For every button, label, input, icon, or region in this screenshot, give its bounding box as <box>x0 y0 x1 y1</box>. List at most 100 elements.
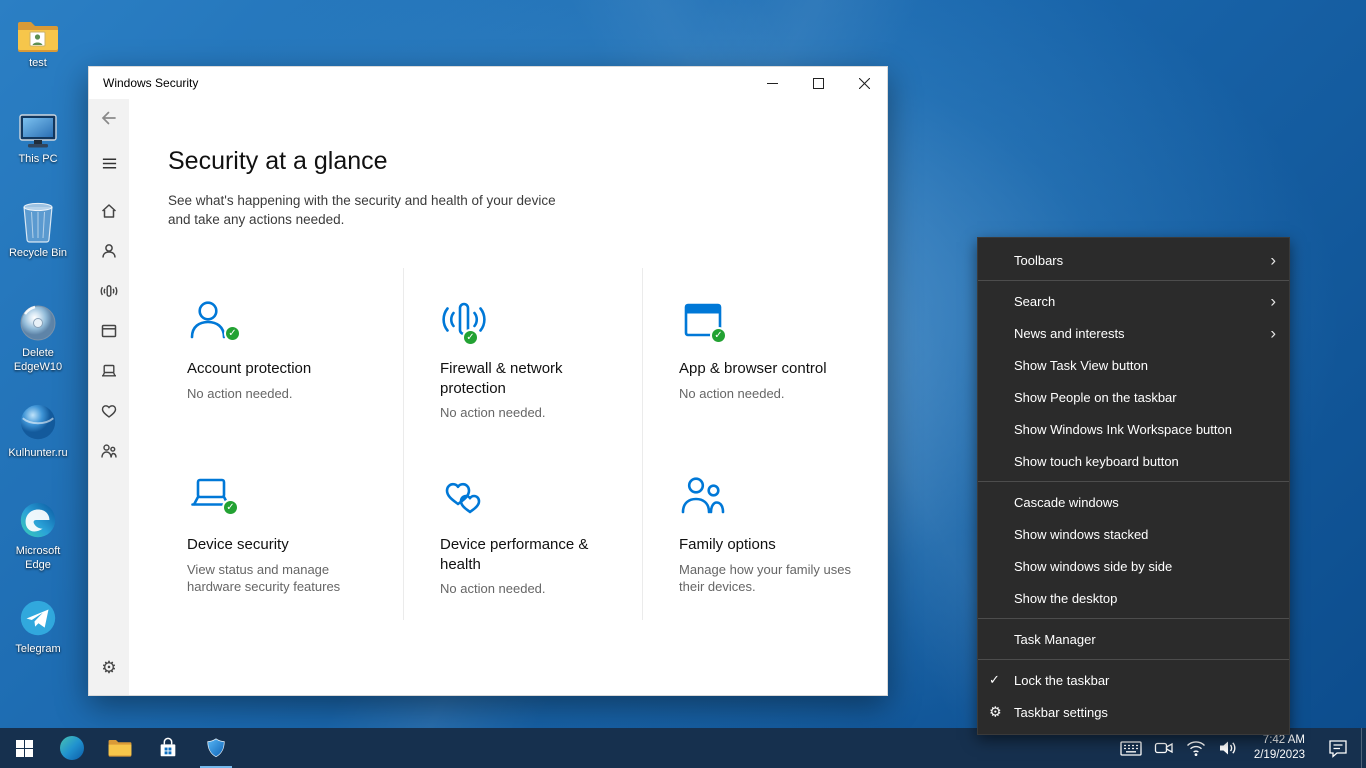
sidebar-item-app-browser-control[interactable] <box>89 311 129 351</box>
desktop-icon-label: Delete EdgeW10 <box>13 347 63 373</box>
tile-title: Device security <box>187 536 289 553</box>
back-arrow-icon <box>101 111 116 125</box>
tile-title: Account protection <box>187 360 312 377</box>
menu-item-show-windows-ink[interactable]: Show Windows Ink Workspace button <box>978 413 1289 445</box>
security-tiles-grid: ✓ Account protection No action needed. ✓… <box>151 268 883 620</box>
submenu-chevron-icon <box>1270 252 1276 269</box>
sidebar-item-device-security[interactable] <box>89 351 129 391</box>
menu-item-label: Show windows stacked <box>1014 526 1149 542</box>
sidebar-item-firewall-network[interactable] <box>89 271 129 311</box>
sidebar-item-family-options[interactable] <box>89 431 129 471</box>
taskbar-store-button[interactable] <box>144 728 192 768</box>
close-button[interactable] <box>841 67 887 99</box>
device-performance-icon <box>440 472 496 522</box>
desktop-icon-label: Telegram <box>15 643 61 655</box>
laptop-icon <box>102 364 116 377</box>
desktop-icon-delete-edgew10[interactable]: Delete EdgeW10 <box>6 300 70 375</box>
family-options-icon <box>679 472 735 522</box>
taskbar-edge-button[interactable] <box>48 728 96 768</box>
menu-item-label: Show windows side by side <box>1014 558 1173 574</box>
firewall-network-icon: ✓ <box>440 296 496 346</box>
menu-item-show-windows-side-by-side[interactable]: Show windows side by side <box>978 550 1289 582</box>
window-titlebar[interactable]: Windows Security <box>89 67 887 99</box>
desktop-icon-label: test <box>29 57 47 69</box>
checkmark-icon <box>989 672 1000 688</box>
desktop-icon-microsoft-edge[interactable]: Microsoft Edge <box>6 498 70 573</box>
menu-item-cascade-windows[interactable]: Cascade windows <box>978 486 1289 518</box>
camera-icon <box>1154 742 1173 754</box>
menu-item-news-and-interests[interactable]: News and interests <box>978 317 1289 349</box>
menu-item-label: Search <box>1014 293 1056 309</box>
taskbar-file-explorer-button[interactable] <box>96 728 144 768</box>
menu-item-label: Task Manager <box>1014 631 1096 647</box>
menu-item-label: News and interests <box>1014 325 1125 341</box>
menu-item-label: Lock the taskbar <box>1014 672 1110 688</box>
menu-item-taskbar-settings[interactable]: Taskbar settings <box>978 696 1289 728</box>
menu-item-lock-the-taskbar[interactable]: Lock the taskbar <box>978 664 1289 696</box>
taskbar-context-menu: Toolbars Search News and interests Show … <box>977 237 1290 735</box>
tile-app-browser-control[interactable]: ✓ App & browser control No action needed… <box>643 268 883 444</box>
app-browser-icon: ✓ <box>679 296 735 346</box>
sidebar-item-account-protection[interactable] <box>89 231 129 271</box>
globe-shortcut-icon <box>6 400 70 444</box>
status-check-icon: ✓ <box>710 327 727 344</box>
edge-icon <box>60 736 84 760</box>
desktop-icon-recycle-bin[interactable]: Recycle Bin <box>6 200 70 261</box>
desktop-icon-kulhunter[interactable]: Kulhunter.ru <box>6 400 70 461</box>
start-button[interactable] <box>0 728 48 768</box>
back-button[interactable] <box>89 99 129 137</box>
clock-time: 7:42 AM <box>1262 734 1305 747</box>
tile-status: No action needed. <box>440 405 546 420</box>
sidebar-item-device-performance[interactable] <box>89 391 129 431</box>
menu-separator <box>978 481 1289 482</box>
desktop-icon-this-pc[interactable]: This PC <box>6 106 70 167</box>
tile-device-performance-health[interactable]: Device performance & health No action ne… <box>404 444 643 620</box>
menu-item-show-people[interactable]: Show People on the taskbar <box>978 381 1289 413</box>
action-center-button[interactable] <box>1315 728 1361 768</box>
show-desktop-button[interactable] <box>1361 728 1366 768</box>
windows-logo-icon <box>15 739 33 757</box>
desktop-icon-label: This PC <box>18 153 58 165</box>
menu-separator <box>978 618 1289 619</box>
heart-icon <box>101 405 117 418</box>
menu-item-show-windows-stacked[interactable]: Show windows stacked <box>978 518 1289 550</box>
menu-item-show-the-desktop[interactable]: Show the desktop <box>978 582 1289 614</box>
menu-toggle-button[interactable] <box>89 143 129 183</box>
tile-device-security[interactable]: ✓ Device security View status and manage… <box>151 444 404 620</box>
tile-account-protection[interactable]: ✓ Account protection No action needed. <box>151 268 404 444</box>
menu-item-label: Show touch keyboard button <box>1014 453 1179 469</box>
desktop-icon-test[interactable]: test <box>6 10 70 71</box>
menu-item-task-manager[interactable]: Task Manager <box>978 623 1289 655</box>
status-check-icon: ✓ <box>224 325 241 342</box>
status-check-icon: ✓ <box>222 499 239 516</box>
tile-title: Firewall & network protection <box>440 360 563 397</box>
account-protection-icon: ✓ <box>187 296 243 346</box>
menu-item-toolbars[interactable]: Toolbars <box>978 244 1289 276</box>
disc-icon <box>6 300 70 344</box>
network-wifi-icon <box>1186 741 1205 756</box>
recycle-bin-icon <box>6 200 70 244</box>
telegram-icon <box>6 596 70 640</box>
desktop-icon-telegram[interactable]: Telegram <box>6 596 70 657</box>
menu-item-search[interactable]: Search <box>978 285 1289 317</box>
tile-status: Manage how your family uses their device… <box>679 561 851 595</box>
settings-button[interactable]: ⚙ <box>89 648 129 688</box>
user-folder-icon <box>6 10 70 54</box>
menu-item-label: Cascade windows <box>1014 494 1119 510</box>
close-icon <box>858 77 870 89</box>
tile-title: App & browser control <box>679 360 827 377</box>
security-shield-icon <box>207 738 225 758</box>
maximize-button[interactable] <box>795 67 841 99</box>
sidebar-item-home[interactable] <box>89 191 129 231</box>
app-window-icon <box>101 324 117 338</box>
minimize-button[interactable] <box>749 67 795 99</box>
windows-security-window: Windows Security ⚙ Security at a glance … <box>88 66 888 696</box>
taskbar-windows-security-button[interactable] <box>192 728 240 768</box>
tile-firewall-network-protection[interactable]: ✓ Firewall & network protection No actio… <box>404 268 643 444</box>
tile-family-options[interactable]: Family options Manage how your family us… <box>643 444 883 620</box>
tile-status: No action needed. <box>440 581 546 596</box>
menu-item-show-task-view-button[interactable]: Show Task View button <box>978 349 1289 381</box>
menu-item-show-touch-keyboard[interactable]: Show touch keyboard button <box>978 445 1289 477</box>
page-subtitle: See what's happening with the security a… <box>168 193 556 227</box>
menu-item-label: Show the desktop <box>1014 590 1118 606</box>
